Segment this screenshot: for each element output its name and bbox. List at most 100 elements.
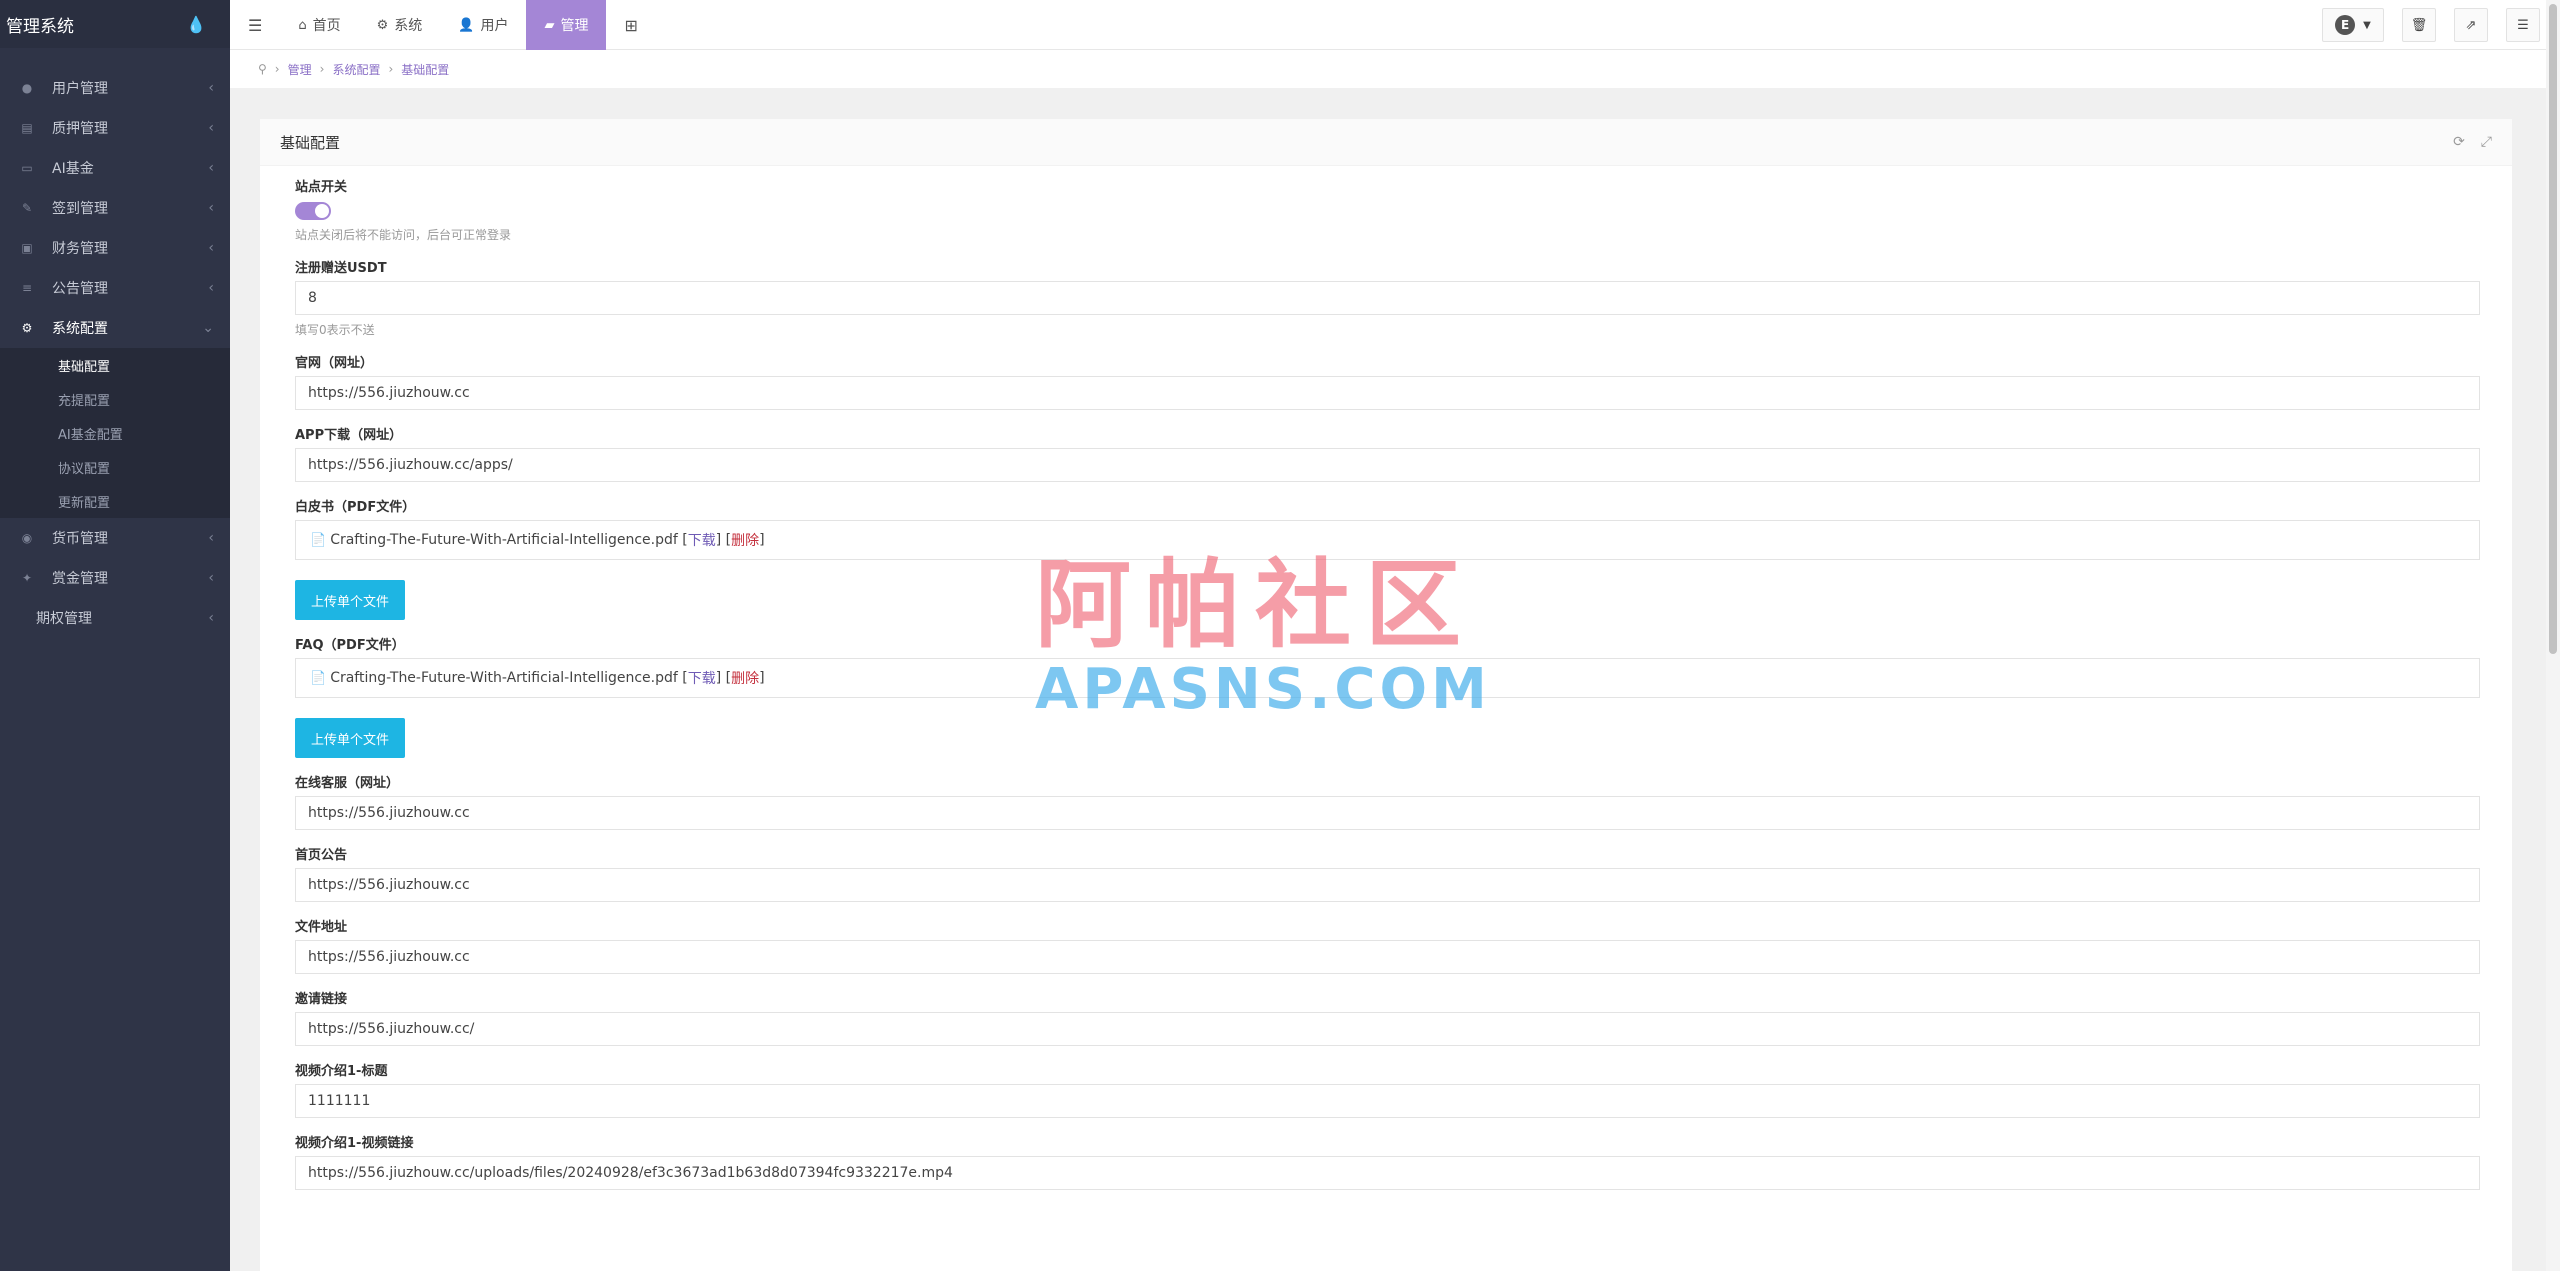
- video1-link-input[interactable]: https://556.jiuzhouw.cc/uploads/files/20…: [295, 1156, 2480, 1190]
- submenu-item-basic-config[interactable]: 基础配置: [0, 348, 230, 382]
- sidebar-item-users[interactable]: ● 用户管理 ‹: [0, 68, 230, 108]
- breadcrumb: ⚲ › 管理 › 系统配置 › 基础配置: [230, 50, 2560, 88]
- sidebar-item-options[interactable]: 期权管理 ‹: [0, 598, 230, 638]
- chevron-left-icon: ‹: [208, 120, 214, 136]
- chevron-left-icon: ‹: [208, 610, 214, 626]
- faq-upload-button[interactable]: 上传单个文件: [295, 718, 406, 758]
- bracket: ] [: [715, 532, 732, 548]
- panel-tools: ⟳ ⤢: [2453, 134, 2492, 150]
- field-website: 官网（网址） https://556.jiuzhouw.cc: [295, 352, 2480, 410]
- sidebar-item-checkin[interactable]: ✎ 签到管理 ‹: [0, 188, 230, 228]
- money-icon: ▣: [21, 241, 33, 255]
- page-scrollbar[interactable]: [2546, 0, 2560, 1271]
- faq-delete-link[interactable]: 删除: [731, 668, 759, 688]
- submenu-item-deposit-config[interactable]: 充提配置: [0, 382, 230, 416]
- chevron-left-icon: ‹: [208, 570, 214, 586]
- gear-icon: ⚙: [376, 17, 389, 33]
- caret-down-icon: ▼: [2363, 19, 2371, 31]
- video1-title-input[interactable]: 1111111: [295, 1084, 2480, 1118]
- online-service-input[interactable]: https://556.jiuzhouw.cc: [295, 796, 2480, 830]
- video1-link-label: 视频介绍1-视频链接: [295, 1136, 414, 1151]
- file-address-label: 文件地址: [295, 920, 348, 935]
- faq-download-link[interactable]: 下载: [688, 668, 716, 688]
- invite-link-label: 邀请链接: [295, 992, 348, 1007]
- sidebar-item-label: 赏金管理: [52, 571, 108, 587]
- sidebar: 管理系统 💧 ● 用户管理 ‹ ▤ 质押管理 ‹ ▭ AI基金 ‹ ✎ 签到管理…: [0, 0, 230, 1271]
- whitepaper-delete-link[interactable]: 删除: [731, 530, 759, 550]
- sidebar-item-finance[interactable]: ▣ 财务管理 ‹: [0, 228, 230, 268]
- fullscreen-icon[interactable]: ⤢: [2481, 134, 2492, 150]
- invite-link-input[interactable]: https://556.jiuzhouw.cc/: [295, 1012, 2480, 1046]
- bounty-icon: ✦: [21, 571, 33, 585]
- sidebar-item-ai-fund[interactable]: ▭ AI基金 ‹: [0, 148, 230, 188]
- hamburger-icon: ☰: [248, 15, 263, 35]
- register-bonus-input[interactable]: 8: [295, 281, 2480, 315]
- chevron-left-icon: ‹: [208, 200, 214, 216]
- home-notice-label: 首页公告: [295, 848, 348, 863]
- home-notice-input[interactable]: https://556.jiuzhouw.cc: [295, 868, 2480, 902]
- breadcrumb-separator: ›: [388, 62, 394, 76]
- external-link-button[interactable]: ⇗: [2454, 8, 2488, 42]
- online-service-label: 在线客服（网址）: [295, 776, 400, 791]
- monitor-icon: ▭: [21, 161, 33, 175]
- breadcrumb-current[interactable]: 基础配置: [401, 61, 449, 78]
- tab-user[interactable]: 👤 用户: [440, 0, 526, 50]
- sidebar-item-label: 质押管理: [52, 121, 108, 137]
- config-panel: 基础配置 ⟳ ⤢ 站点开关 站点关闭后将不能访问，后台可正常登录 注册赠送USD…: [260, 119, 2512, 1271]
- sidebar-item-system-config[interactable]: ⚙ 系统配置 ⌄: [0, 308, 230, 348]
- breadcrumb-separator: ›: [319, 62, 325, 76]
- faq-file-box: 📄 Crafting-The-Future-With-Artificial-In…: [295, 658, 2480, 698]
- sliders-icon: ☰: [2517, 17, 2529, 33]
- sidebar-item-currency[interactable]: ◉ 货币管理 ‹: [0, 518, 230, 558]
- droplet-icon[interactable]: 💧: [186, 15, 206, 34]
- whitepaper-download-link[interactable]: 下载: [688, 530, 716, 550]
- bracket: [: [677, 532, 688, 548]
- whitepaper-file-box: 📄 Crafting-The-Future-With-Artificial-In…: [295, 520, 2480, 560]
- edit-icon: ✎: [21, 201, 33, 215]
- bracket: ]: [759, 532, 765, 548]
- chevron-left-icon: ‹: [208, 240, 214, 256]
- field-app-download: APP下载（网址） https://556.jiuzhouw.cc/apps/: [295, 424, 2480, 482]
- tab-system[interactable]: ⚙ 系统: [359, 0, 441, 50]
- menu-toggle-button[interactable]: ☰: [230, 0, 280, 50]
- submenu-item-ai-fund-config[interactable]: AI基金配置: [0, 416, 230, 450]
- field-site-switch: 站点开关 站点关闭后将不能访问，后台可正常登录: [295, 176, 2477, 243]
- submenu-item-update-config[interactable]: 更新配置: [0, 484, 230, 518]
- website-input[interactable]: https://556.jiuzhouw.cc: [295, 376, 2480, 410]
- panel-title: 基础配置: [280, 133, 341, 152]
- faq-filename: Crafting-The-Future-With-Artificial-Inte…: [330, 670, 678, 686]
- sidebar-item-label: 货币管理: [52, 531, 108, 547]
- user-menu-button[interactable]: E ▼: [2322, 8, 2384, 42]
- breadcrumb-link-manage[interactable]: 管理: [288, 61, 312, 78]
- site-switch-toggle[interactable]: [295, 202, 331, 220]
- sidebar-item-announcements[interactable]: ≡ 公告管理 ‹: [0, 268, 230, 308]
- clear-cache-button[interactable]: 🗑: [2402, 8, 2436, 42]
- sidebar-item-label: 用户管理: [52, 81, 108, 97]
- whitepaper-upload-button[interactable]: 上传单个文件: [295, 580, 406, 620]
- user-icon: 👤: [458, 17, 475, 33]
- file-address-input[interactable]: https://556.jiuzhouw.cc: [295, 940, 2480, 974]
- video1-title-label: 视频介绍1-标题: [295, 1064, 388, 1079]
- sidebar-item-staking[interactable]: ▤ 质押管理 ‹: [0, 108, 230, 148]
- list-icon: ▤: [21, 121, 33, 135]
- field-whitepaper: 白皮书（PDF文件） 📄 Crafting-The-Future-With-Ar…: [295, 496, 2480, 620]
- app-title: 管理系统: [6, 16, 74, 37]
- tab-home[interactable]: ⌂ 首页: [280, 0, 358, 50]
- panel-body: 站点开关 站点关闭后将不能访问，后台可正常登录 注册赠送USDT 8 填写0表示…: [260, 166, 2512, 1190]
- field-register-bonus: 注册赠送USDT 8 填写0表示不送: [295, 257, 2480, 338]
- scrollbar-thumb[interactable]: [2549, 4, 2557, 654]
- panel-header: 基础配置 ⟳ ⤢: [260, 119, 2512, 166]
- submenu-item-agreement-config[interactable]: 协议配置: [0, 450, 230, 484]
- tab-user-label: 用户: [480, 18, 509, 34]
- breadcrumb-link-system-config[interactable]: 系统配置: [332, 61, 380, 78]
- sidebar-item-bounty[interactable]: ✦ 赏金管理 ‹: [0, 558, 230, 598]
- app-download-input[interactable]: https://556.jiuzhouw.cc/apps/: [295, 448, 2480, 482]
- tab-home-label: 首页: [312, 18, 341, 34]
- toggle-knob: [315, 204, 329, 218]
- refresh-icon[interactable]: ⟳: [2453, 134, 2465, 150]
- sidebar-item-label: 财务管理: [52, 241, 108, 257]
- tab-manage[interactable]: ▰ 管理: [526, 0, 607, 50]
- grid-menu-button[interactable]: ⊞: [606, 0, 655, 50]
- tab-manage-label: 管理: [560, 18, 589, 34]
- settings-panel-button[interactable]: ☰: [2506, 8, 2540, 42]
